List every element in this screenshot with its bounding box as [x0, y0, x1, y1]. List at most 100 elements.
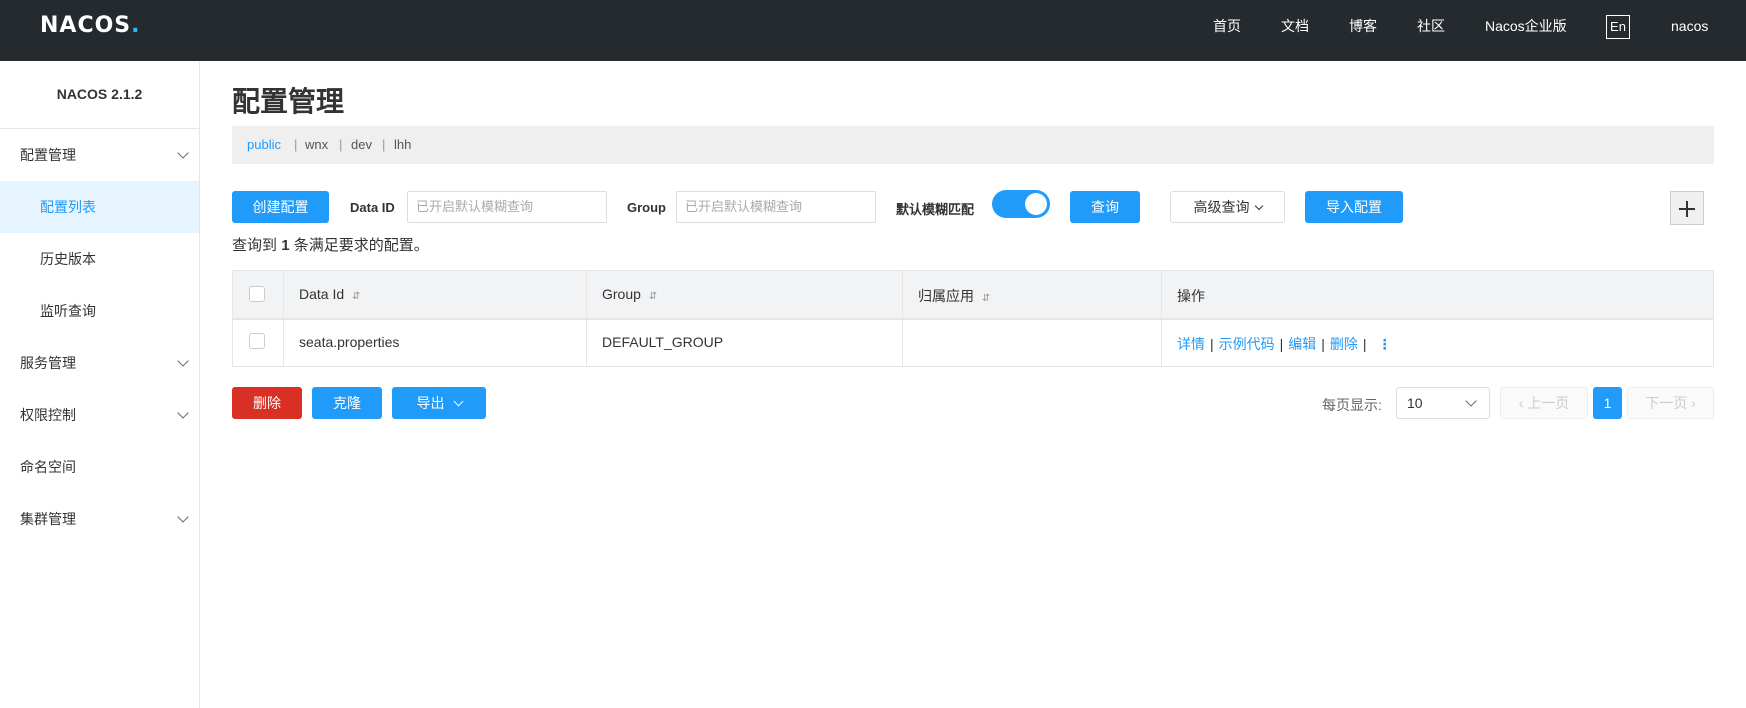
sidebar-item-label: 权限控制: [20, 407, 76, 423]
namespace-separator: |: [339, 137, 343, 152]
sidebar-item-listener-query[interactable]: 监听查询: [0, 285, 199, 337]
op-separator: |: [1279, 336, 1284, 352]
page-size-label: 每页显示:: [1322, 397, 1382, 413]
config-table: Data Id ⇵ Group ⇵ 归属应用 ⇵ 操作 seata.propertie…: [232, 270, 1714, 367]
detail-link[interactable]: 详情: [1177, 336, 1205, 352]
sidebar-item-label: 命名空间: [20, 459, 76, 475]
chevron-down-icon: [177, 147, 189, 159]
page-title: 配置管理: [232, 86, 345, 117]
sidebar-item-label: 集群管理: [20, 511, 76, 527]
page-size-select[interactable]: 10: [1396, 387, 1490, 419]
sidebar-item-config-management[interactable]: 配置管理: [0, 129, 199, 181]
namespace-dev[interactable]: dev: [351, 137, 372, 152]
sort-icon: ⇵: [982, 293, 991, 304]
nav-enterprise[interactable]: Nacos企业版: [1485, 0, 1567, 53]
result-summary: 查询到 1 条满足要求的配置。: [232, 234, 429, 255]
summary-count: 1: [281, 237, 290, 254]
import-config-button[interactable]: 导入配置: [1305, 191, 1403, 223]
header-data-id[interactable]: Data Id ⇵: [299, 286, 361, 302]
chevron-down-icon: [177, 511, 189, 523]
chevron-down-icon: [453, 396, 463, 407]
query-button[interactable]: 查询: [1070, 191, 1140, 223]
sidebar-item-label: 服务管理: [20, 355, 76, 371]
sidebar-item-access-control[interactable]: 权限控制: [0, 389, 199, 441]
sidebar-item-config-list[interactable]: 配置列表: [0, 181, 199, 233]
nav-blog[interactable]: 博客: [1349, 0, 1377, 53]
toggle-knob: [1025, 193, 1047, 215]
sidebar-item-label: 历史版本: [40, 251, 96, 267]
namespace-lhh[interactable]: lhh: [394, 137, 411, 152]
version-label: NACOS 2.1.2: [56, 86, 143, 102]
export-button[interactable]: 导出: [392, 387, 486, 419]
chevron-down-icon: [177, 355, 189, 367]
create-config-button[interactable]: 创建配置: [232, 191, 329, 223]
header-group[interactable]: Group ⇵: [602, 286, 657, 302]
sample-code-link[interactable]: 示例代码: [1219, 336, 1275, 352]
chevron-left-icon: ‹: [1518, 395, 1524, 411]
select-all-checkbox[interactable]: [249, 286, 265, 302]
page-size-value: 10: [1407, 395, 1423, 411]
sort-icon: ⇵: [352, 291, 361, 302]
delete-button[interactable]: 删除: [232, 387, 302, 419]
nav-home[interactable]: 首页: [1213, 0, 1241, 53]
logo-dot: .: [131, 13, 141, 38]
op-separator: |: [1362, 336, 1367, 352]
header-label: Data Id: [299, 286, 345, 302]
sidebar-item-namespace[interactable]: 命名空间: [0, 441, 199, 493]
summary-suffix: 条满足要求的配置。: [293, 237, 429, 254]
next-page-label: 下一页: [1645, 395, 1688, 411]
advanced-query-label: 高级查询: [1193, 199, 1250, 215]
sidebar-item-label: 配置列表: [40, 199, 96, 215]
header-label: 归属应用: [918, 288, 974, 304]
sidebar-item-history[interactable]: 历史版本: [0, 233, 199, 285]
namespace-separator: |: [382, 137, 386, 152]
chevron-down-icon: [1254, 201, 1263, 211]
prev-page-button[interactable]: ‹ 上一页: [1500, 387, 1588, 419]
sidebar-item-cluster-management[interactable]: 集群管理: [0, 493, 199, 545]
sidebar-item-label: 配置管理: [20, 147, 76, 163]
delete-link[interactable]: 删除: [1330, 336, 1358, 352]
prev-page-label: 上一页: [1527, 395, 1570, 411]
header-label: Group: [602, 286, 641, 302]
dataid-label: Data ID: [350, 200, 395, 215]
op-separator: |: [1210, 336, 1214, 352]
sidebar-item-label: 监听查询: [40, 303, 96, 319]
summary-prefix: 查询到: [232, 237, 278, 254]
header-actions: 操作: [1177, 288, 1205, 304]
namespace-separator: |: [294, 137, 298, 152]
language-toggle[interactable]: En: [1606, 15, 1630, 39]
fuzzy-match-label: 默认模糊匹配: [896, 202, 975, 217]
more-options-icon[interactable]: ⋮: [1378, 336, 1392, 352]
user-name[interactable]: nacos: [1671, 0, 1708, 53]
namespace-public[interactable]: public: [247, 137, 281, 152]
op-separator: |: [1321, 336, 1325, 352]
next-page-button[interactable]: 下一页 ›: [1627, 387, 1714, 419]
row-divider: [233, 319, 1713, 320]
page-number-current[interactable]: 1: [1593, 387, 1622, 419]
nacos-logo[interactable]: NACOS.: [40, 13, 141, 38]
sort-icon: ⇵: [648, 291, 658, 302]
export-label: 导出: [416, 395, 445, 411]
cell-actions: 详情 | 示例代码 | 编辑 | 删除 | ⋮: [1177, 334, 1392, 354]
edit-link[interactable]: 编辑: [1288, 336, 1316, 352]
namespace-bar: public | wnx | dev | lhh: [232, 126, 1714, 164]
sidebar: NACOS 2.1.2 配置管理 配置列表 历史版本 监听查询 服务管理 权限控…: [0, 61, 200, 708]
nav-community[interactable]: 社区: [1417, 0, 1445, 53]
logo-text: NACOS: [40, 13, 132, 38]
group-input[interactable]: 已开启默认模糊查询: [676, 191, 876, 223]
row-checkbox[interactable]: [249, 333, 265, 349]
nav-docs[interactable]: 文档: [1281, 0, 1309, 53]
cell-data-id: seata.properties: [299, 334, 400, 350]
top-navbar: NACOS. 首页 文档 博客 社区 Nacos企业版 En nacos: [0, 0, 1746, 61]
advanced-query-button[interactable]: 高级查询: [1170, 191, 1285, 223]
fuzzy-match-toggle[interactable]: [992, 190, 1050, 218]
sidebar-item-service-management[interactable]: 服务管理: [0, 337, 199, 389]
clone-button[interactable]: 克隆: [312, 387, 382, 419]
dataid-input[interactable]: 已开启默认模糊查询: [407, 191, 607, 223]
plus-icon[interactable]: [1670, 191, 1704, 225]
chevron-down-icon: [1465, 395, 1477, 407]
cell-group: DEFAULT_GROUP: [602, 334, 724, 350]
namespace-wnx[interactable]: wnx: [305, 137, 328, 152]
header-app[interactable]: 归属应用 ⇵: [918, 286, 990, 306]
chevron-down-icon: [177, 407, 189, 419]
